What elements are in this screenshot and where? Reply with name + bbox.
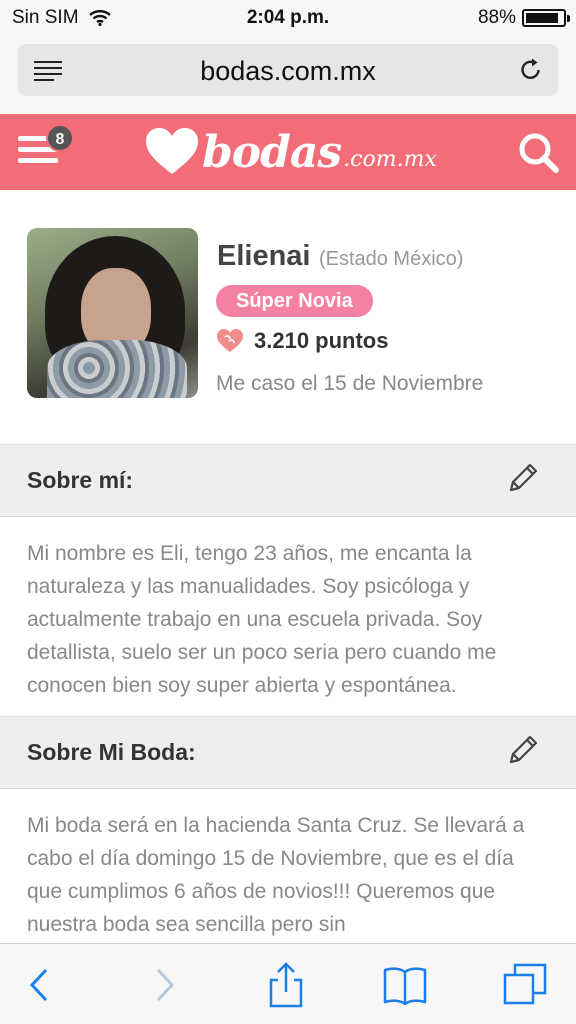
battery-group: 88% xyxy=(477,7,570,29)
points: 3.210 puntos xyxy=(216,328,388,354)
about-me-title: Sobre mí: xyxy=(27,467,134,493)
status-badge: Súper Novia xyxy=(216,285,373,317)
profile-location: (Estado México) xyxy=(318,248,464,270)
points-heart-icon xyxy=(217,329,243,352)
logo-wordmark: bodas xyxy=(202,126,342,178)
back-icon[interactable] xyxy=(18,962,64,1008)
profile-name: Elienai xyxy=(217,240,311,272)
status-bar: Sin SIM 2:04 p.m. 88% xyxy=(0,0,576,36)
logo-domain: .com.mx xyxy=(343,146,437,172)
site-header: 8 bodas .com.mx xyxy=(0,114,576,190)
search-icon[interactable] xyxy=(518,132,560,174)
profile-card: Elienai (Estado México) Súper Novia 3.21… xyxy=(0,190,576,444)
browser-address-bar: bodas.com.mx xyxy=(0,36,576,114)
about-wedding-text: Mi boda será en la hacienda Santa Cruz. … xyxy=(0,789,576,943)
tabs-icon[interactable] xyxy=(502,962,548,1008)
url-field[interactable]: bodas.com.mx xyxy=(18,44,558,96)
points-value: 3.210 puntos xyxy=(254,328,389,353)
edit-pencil-icon[interactable] xyxy=(506,733,540,767)
battery-level xyxy=(526,13,558,23)
reload-icon[interactable] xyxy=(518,57,544,83)
browser-toolbar xyxy=(0,943,576,1024)
forward-icon[interactable] xyxy=(142,962,188,1008)
about-me-text: Mi nombre es Eli, tengo 23 años, me enca… xyxy=(0,517,576,715)
bookmarks-icon[interactable] xyxy=(382,962,428,1008)
heart-logo-icon xyxy=(146,128,198,174)
wedding-date: Me caso el 15 de Noviembre xyxy=(216,372,484,395)
profile-name-line: Elienai (Estado México) xyxy=(217,240,463,273)
share-icon[interactable] xyxy=(263,962,309,1008)
notification-badge: 8 xyxy=(46,124,74,152)
battery-percent: 88% xyxy=(477,7,516,28)
about-wedding-header: Sobre Mi Boda: xyxy=(0,716,576,789)
edit-pencil-icon[interactable] xyxy=(506,461,540,495)
battery-icon xyxy=(522,9,570,27)
url-text[interactable]: bodas.com.mx xyxy=(18,56,558,87)
site-logo[interactable]: bodas .com.mx xyxy=(144,124,437,180)
about-wedding-title: Sobre Mi Boda: xyxy=(27,739,196,765)
avatar[interactable] xyxy=(27,228,198,398)
about-me-header: Sobre mí: xyxy=(0,444,576,517)
